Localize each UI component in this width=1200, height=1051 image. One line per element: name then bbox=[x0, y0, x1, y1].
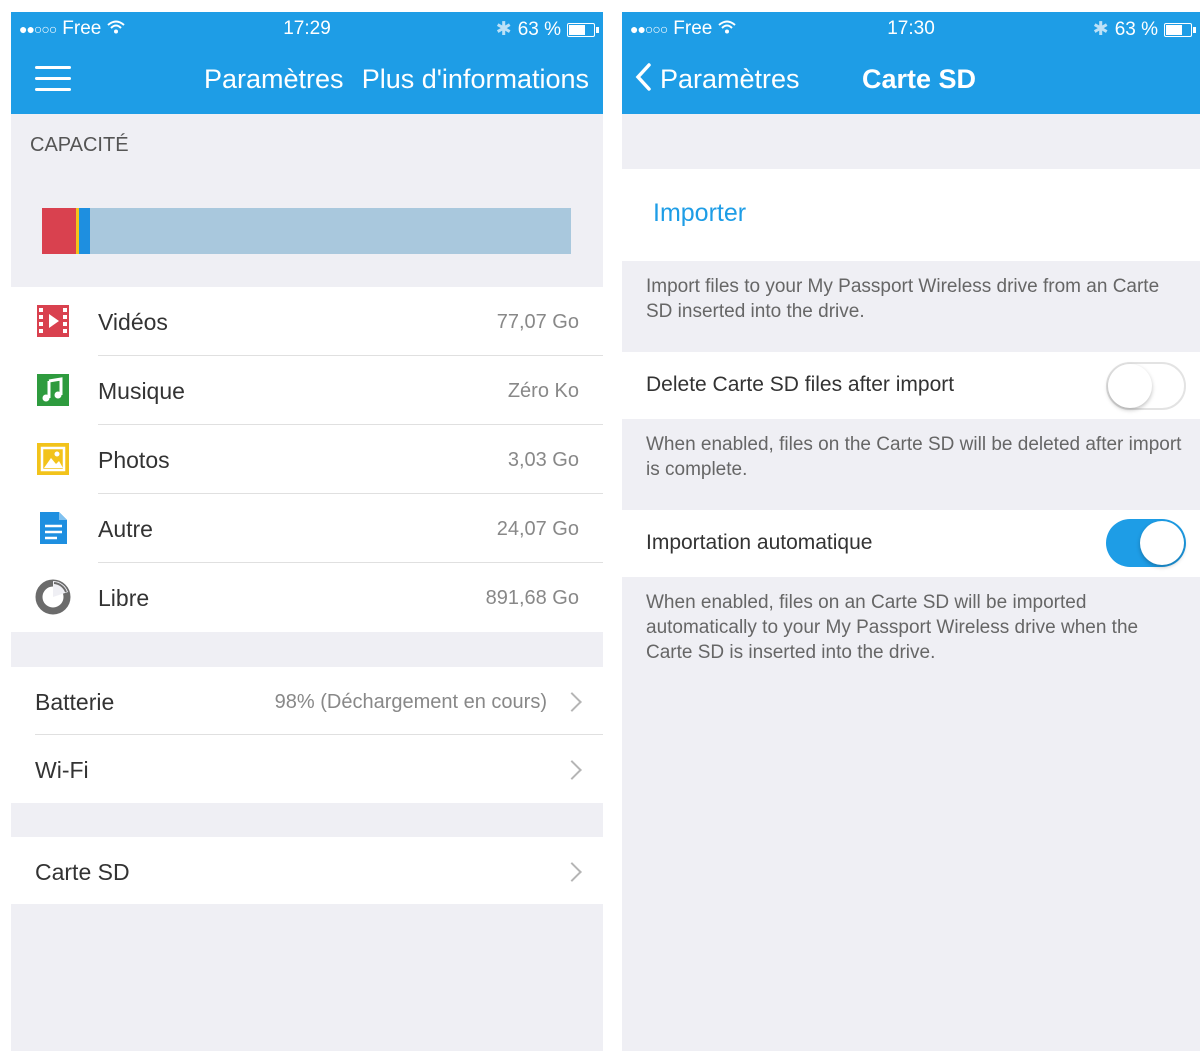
battery-label: Batterie bbox=[35, 689, 115, 715]
delete-after-import-label: Delete Carte SD files after import bbox=[646, 373, 955, 396]
bluetooth-icon: ✱ bbox=[1092, 19, 1109, 40]
chevron-right-icon bbox=[562, 862, 582, 882]
sd-card-screen: ●●○○○ Free 17:30 ✱ 63 % Paramètres Carte S… bbox=[622, 12, 1200, 1051]
nav-bar: Paramètres Carte SD bbox=[622, 44, 1200, 114]
sd-card-row[interactable]: Carte SD bbox=[11, 837, 603, 904]
settings-screen: ●●○○○ Free 17:29 ✱ 63 % Paramètres Plus d'… bbox=[11, 12, 603, 1051]
document-icon bbox=[35, 510, 71, 546]
storage-value: 24,07 Go bbox=[496, 518, 579, 540]
bluetooth-icon: ✱ bbox=[495, 19, 512, 40]
storage-label: Musique bbox=[98, 378, 185, 404]
chevron-right-icon bbox=[562, 760, 582, 780]
video-icon bbox=[35, 303, 71, 339]
photo-icon bbox=[35, 441, 71, 477]
back-button[interactable]: Paramètres bbox=[634, 62, 800, 97]
storage-label: Photos bbox=[98, 447, 170, 473]
back-label: Paramètres bbox=[660, 64, 800, 94]
capacity-bar bbox=[42, 208, 571, 254]
delete-after-import-toggle[interactable] bbox=[1106, 362, 1186, 410]
list-item: Vidéos 77,07 Go bbox=[11, 287, 603, 356]
capacity-header: CAPACITÉ bbox=[30, 134, 129, 156]
chevron-left-icon bbox=[634, 62, 652, 97]
battery-status: 98% (Déchargement en cours) bbox=[274, 691, 547, 713]
more-info-link[interactable]: Plus d'informations bbox=[362, 64, 589, 95]
storage-label: Libre bbox=[98, 585, 150, 611]
sd-card-label: Carte SD bbox=[35, 859, 130, 885]
storage-label: Autre bbox=[98, 516, 153, 542]
storage-value: 3,03 Go bbox=[507, 449, 579, 471]
battery-row[interactable]: Batterie 98% (Déchargement en cours) bbox=[11, 667, 603, 735]
storage-label: Vidéos bbox=[98, 309, 168, 335]
battery-icon bbox=[567, 22, 599, 37]
nav-bar: Paramètres Plus d'informations bbox=[11, 44, 603, 114]
pie-icon bbox=[35, 579, 71, 615]
page-title: Carte SD bbox=[862, 64, 977, 94]
music-icon bbox=[35, 372, 71, 408]
chevron-right-icon bbox=[562, 692, 582, 712]
battery-percent: 63 % bbox=[517, 18, 561, 40]
list-item: Photos 3,03 Go bbox=[11, 425, 603, 494]
status-bar: ●●○○○ Free 17:30 ✱ 63 % bbox=[622, 12, 1200, 44]
auto-import-toggle[interactable] bbox=[1106, 519, 1186, 567]
capacity-video-segment bbox=[42, 208, 76, 254]
delete-description: When enabled, files on the Carte SD will… bbox=[646, 434, 1182, 480]
battery-percent: 63 % bbox=[1114, 18, 1158, 40]
capacity-other-segment bbox=[79, 208, 90, 254]
wifi-label: Wi-Fi bbox=[35, 757, 89, 783]
storage-value: 77,07 Go bbox=[496, 311, 579, 333]
import-description: Import files to your My Passport Wireles… bbox=[646, 276, 1160, 322]
storage-value: Zéro Ko bbox=[507, 380, 579, 402]
list-item: Autre 24,07 Go bbox=[11, 494, 603, 563]
status-bar: ●●○○○ Free 17:29 ✱ 63 % bbox=[11, 12, 603, 44]
storage-value: 891,68 Go bbox=[485, 587, 579, 609]
list-item: Libre 891,68 Go bbox=[11, 563, 603, 632]
wifi-row[interactable]: Wi-Fi bbox=[11, 735, 603, 803]
page-title: Paramètres bbox=[204, 64, 344, 94]
menu-icon[interactable] bbox=[35, 66, 71, 92]
list-item: Musique Zéro Ko bbox=[11, 356, 603, 425]
delete-after-import-row: Delete Carte SD files after import bbox=[622, 352, 1200, 419]
auto-import-label: Importation automatique bbox=[646, 531, 873, 554]
import-row[interactable]: Importer bbox=[622, 169, 1200, 261]
auto-import-description: When enabled, files on an Carte SD will … bbox=[646, 592, 1139, 663]
auto-import-row: Importation automatique bbox=[622, 510, 1200, 577]
import-link[interactable]: Importer bbox=[653, 199, 746, 228]
battery-icon bbox=[1164, 22, 1196, 37]
